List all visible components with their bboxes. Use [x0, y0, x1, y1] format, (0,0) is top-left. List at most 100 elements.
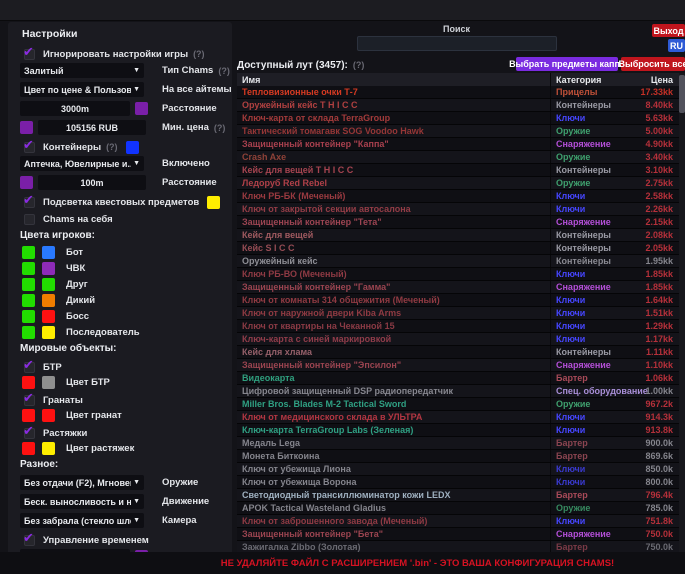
color-swatch-secondary[interactable]	[42, 246, 55, 259]
table-row[interactable]: Ключ от комнаты 314 общежития (Меченый)К…	[237, 294, 679, 307]
table-row[interactable]: Ключ от наружной двери Kiba ArmsКлючи1.5…	[237, 307, 679, 320]
checkbox[interactable]: ✔	[24, 197, 35, 208]
checkbox[interactable]: ✔	[24, 142, 35, 153]
table-row[interactable]: Тепловизионные очки Т-7Прицелы17.33kk	[237, 86, 679, 99]
table-row[interactable]: Ключ от медицинского склада в УЛЬТРАКлюч…	[237, 411, 679, 424]
search-input[interactable]	[357, 36, 557, 51]
table-row[interactable]: Ключ-карта с синей маркировкойКлючи1.17k…	[237, 333, 679, 346]
scrollbar-thumb[interactable]	[679, 75, 685, 113]
help-icon[interactable]: (?)	[106, 142, 118, 152]
loot-hint-icon[interactable]: (?)	[353, 60, 365, 70]
table-row[interactable]: Защищенный контейнер "Бета"Снаряжение750…	[237, 528, 679, 541]
setting-btr[interactable]: ✔БТР	[8, 359, 232, 375]
table-row[interactable]: Защищенный контейнер "Каппа"Снаряжение4.…	[237, 138, 679, 151]
select-kappa-items-button[interactable]: Выбрать предметы каппа	[516, 57, 618, 71]
table-row[interactable]: Ключ-карта от склада TerraGroupКлючи5.63…	[237, 112, 679, 125]
color-swatch-secondary[interactable]	[42, 409, 55, 422]
table-row[interactable]: ВидеокартаБартер1.06kk	[237, 372, 679, 385]
help-icon[interactable]: (?)	[218, 66, 230, 76]
discard-all-button[interactable]: Выбросить все	[621, 57, 685, 71]
checkbox[interactable]: ✔	[24, 49, 35, 60]
table-row[interactable]: Ключ от убежища ВоронаКлючи800.0k	[237, 476, 679, 489]
color-swatch-secondary[interactable]	[42, 442, 55, 455]
table-row[interactable]: Ключ-карта TerraGroup Labs (Зеленая)Ключ…	[237, 424, 679, 437]
color-swatch-secondary[interactable]	[42, 376, 55, 389]
table-row[interactable]: Ключ РБ-ВО (Меченый)Ключи1.85kk	[237, 268, 679, 281]
table-row[interactable]: Ключ от заброшенного завода (Меченый)Клю…	[237, 515, 679, 528]
color-swatch[interactable]	[126, 141, 139, 154]
color-swatch-secondary[interactable]	[42, 326, 55, 339]
table-row[interactable]: Кейс для вещей T H I C CКонтейнеры3.10kk	[237, 164, 679, 177]
color-swatch[interactable]	[135, 102, 148, 115]
color-swatch-primary[interactable]	[22, 278, 35, 291]
color-swatch[interactable]	[20, 121, 33, 134]
color-swatch-secondary[interactable]	[42, 262, 55, 275]
color-swatch-primary[interactable]	[22, 376, 35, 389]
column-price[interactable]: Цена	[638, 75, 679, 85]
table-row[interactable]: Монета БиткоинаБартер869.6k	[237, 450, 679, 463]
help-icon[interactable]: (?)	[214, 123, 226, 133]
table-row[interactable]: Оружейный кейс T H I C CКонтейнеры8.40kk	[237, 99, 679, 112]
color-swatch-primary[interactable]	[22, 246, 35, 259]
table-row[interactable]: Ключ от квартиры на Чеканной 15Ключи1.29…	[237, 320, 679, 333]
table-row[interactable]: Ключ от закрытой секции автосалонаКлючи2…	[237, 203, 679, 216]
table-row[interactable]: Кейс для хламаКонтейнеры1.11kk	[237, 346, 679, 359]
setting-grenades[interactable]: ✔Гранаты	[8, 392, 232, 408]
table-row[interactable]: Кейс для вещейКонтейнеры2.08kk	[237, 229, 679, 242]
dropdown-weapon-options[interactable]: Без отдачи (F2), Мгновенное п▼	[20, 475, 144, 490]
dropdown-camera-options[interactable]: Без забрала (стекло шлема)▼	[20, 513, 144, 528]
color-swatch-secondary[interactable]	[42, 310, 55, 323]
color-swatch-primary[interactable]	[22, 409, 35, 422]
table-row[interactable]: Медаль LegaБартер900.0k	[237, 437, 679, 450]
table-row[interactable]: Зажигалка Zibbo (Золотая)Бартер750.0k	[237, 541, 679, 552]
checkbox[interactable]	[24, 214, 35, 225]
color-swatch-primary[interactable]	[22, 294, 35, 307]
table-row[interactable]: Цифровой защищенный DSP радиопередатчикС…	[237, 385, 679, 398]
checkbox[interactable]: ✔	[24, 428, 35, 439]
table-row[interactable]: Crash AxeОружие3.40kk	[237, 151, 679, 164]
dropdown-chams-type[interactable]: Залитый▼	[20, 63, 144, 78]
help-icon[interactable]: (?)	[193, 49, 205, 59]
color-swatch-secondary[interactable]	[42, 294, 55, 307]
color-swatch[interactable]	[20, 176, 33, 189]
table-row[interactable]: Светодиодный трансиллюминатор кожи LEDXБ…	[237, 489, 679, 502]
color-swatch-primary[interactable]	[22, 262, 35, 275]
language-button[interactable]: RU	[668, 39, 685, 52]
table-row[interactable]: Защищенный контейнер "Гамма"Снаряжение1.…	[237, 281, 679, 294]
table-row[interactable]: Ключ РБ-БК (Меченый)Ключи2.58kk	[237, 190, 679, 203]
table-row[interactable]: Ключ от убежища ЛионаКлючи850.0k	[237, 463, 679, 476]
color-swatch-primary[interactable]	[22, 326, 35, 339]
setting-chams-self[interactable]: Chams на себя	[8, 211, 232, 227]
exit-button[interactable]: Выход	[652, 24, 685, 37]
checkbox[interactable]: ✔	[24, 535, 35, 546]
color-swatch-primary[interactable]	[22, 310, 35, 323]
color-swatch-secondary[interactable]	[42, 278, 55, 291]
column-name[interactable]: Имя	[237, 75, 550, 85]
table-row[interactable]: Miller Bros. Blades M-2 Tactical SwordОр…	[237, 398, 679, 411]
setting-tripwires[interactable]: ✔Растяжки	[8, 425, 232, 441]
setting-quest-items-highlight[interactable]: ✔Подсветка квестовых предметов	[8, 194, 232, 210]
setting-containers[interactable]: ✔Контейнеры(?)	[8, 139, 232, 155]
color-swatch-primary[interactable]	[22, 442, 35, 455]
table-row[interactable]: Кейс S I C CКонтейнеры2.05kk	[237, 242, 679, 255]
dropdown-all-items-mode[interactable]: Цвет по цене & Пользователь▼	[20, 82, 144, 97]
setting-time-control[interactable]: ✔Управление временем	[8, 532, 232, 548]
table-row[interactable]: Защищенный контейнер "Тета"Снаряжение2.1…	[237, 216, 679, 229]
dropdown-containers-filter[interactable]: Аптечка, Ювелирные и...▼	[20, 156, 144, 171]
item-price: 1.11kk	[638, 347, 679, 357]
dropdown-movement-options[interactable]: Беск. выносливость и нет уста▼	[20, 494, 144, 509]
table-row[interactable]: Тактический томагавк SOG Voodoo HawkОруж…	[237, 125, 679, 138]
scrollbar[interactable]	[679, 73, 685, 552]
checkbox[interactable]: ✔	[24, 395, 35, 406]
input-container-distance[interactable]: 100m	[38, 175, 146, 190]
table-row[interactable]: Оружейный кейсКонтейнеры1.95kk	[237, 255, 679, 268]
input-distance[interactable]: 3000m	[20, 101, 130, 116]
checkbox[interactable]: ✔	[24, 362, 35, 373]
column-category[interactable]: Категория	[550, 73, 638, 86]
color-swatch[interactable]	[207, 196, 220, 209]
table-row[interactable]: APOK Tactical Wasteland GladiusОружие785…	[237, 502, 679, 515]
setting-ignore-game-settings[interactable]: ✔Игнорировать настройки игры(?)	[8, 46, 232, 62]
input-min-price[interactable]: 105156 RUB	[38, 120, 146, 135]
table-row[interactable]: Ледоруб Red RebelОружие2.75kk	[237, 177, 679, 190]
table-row[interactable]: Защищенный контейнер "Эпсилон"Снаряжение…	[237, 359, 679, 372]
